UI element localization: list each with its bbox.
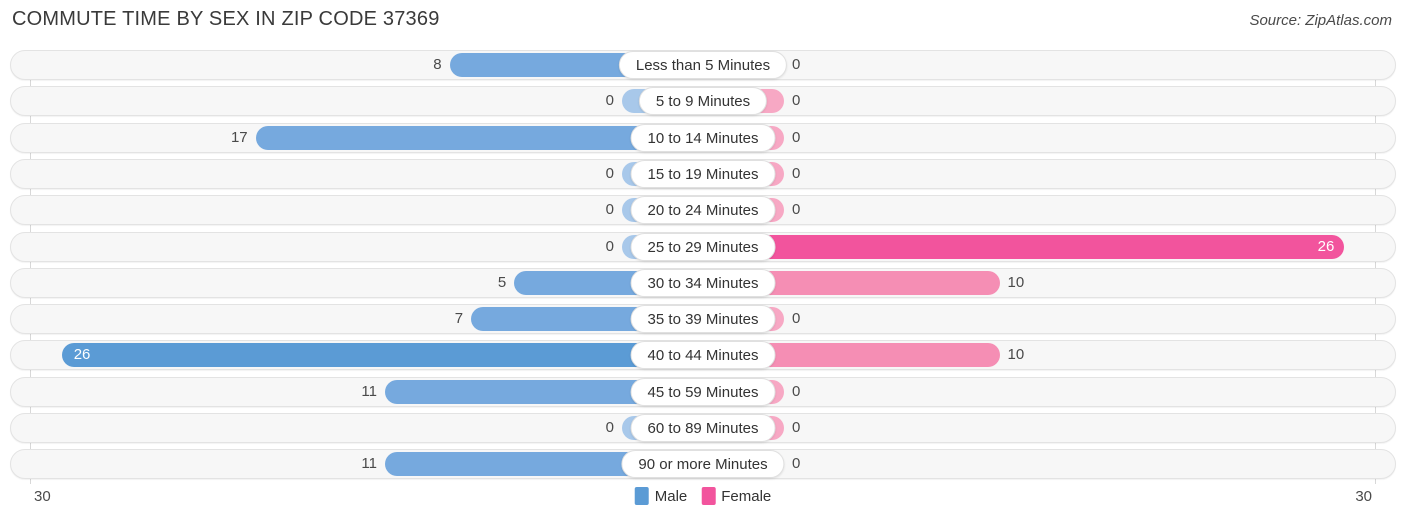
value-label-male: 8 <box>433 56 442 73</box>
chart-plot-area: 8 0 Less than 5 Minutes 0 0 5 to 9 Minutes 17 0… <box>0 50 1406 484</box>
table-row[interactable]: 0 0 15 to 19 Minutes <box>10 158 1396 189</box>
value-label-female: 0 <box>792 382 801 400</box>
category-label: 60 to 89 Minutes <box>630 414 776 442</box>
table-row[interactable]: 11 0 45 to 59 Minutes <box>10 376 1396 407</box>
value-label-male: 0 <box>605 201 614 219</box>
value-label-male: 17 <box>230 128 248 146</box>
value-label-female: 0 <box>792 310 801 328</box>
value-label-female: 0 <box>792 92 801 110</box>
bar-male[interactable] <box>61 343 703 368</box>
category-label: 10 to 14 Minutes <box>630 123 776 152</box>
table-row[interactable]: 8 0 Less than 5 Minutes <box>10 50 1396 80</box>
category-label: 30 to 34 Minutes <box>630 268 776 297</box>
source-attribution: Source: ZipAtlas.com <box>1249 12 1392 29</box>
value-label-female: 26 <box>1317 237 1335 255</box>
legend-label-female: Female <box>721 487 772 505</box>
value-label-male: 0 <box>605 237 614 255</box>
table-row[interactable]: 26 10 40 to 44 Minutes <box>10 340 1396 371</box>
bar-female[interactable] <box>703 234 1345 259</box>
value-label-female: 0 <box>792 455 801 473</box>
table-row[interactable]: 7 0 35 to 39 Minutes <box>10 304 1396 335</box>
axis-tick-left: 30 <box>34 488 51 505</box>
table-row[interactable]: 17 0 10 to 14 Minutes <box>10 122 1396 153</box>
value-label-male: 7 <box>454 310 464 328</box>
value-label-male: 0 <box>605 164 614 182</box>
table-row[interactable]: 0 26 25 to 29 Minutes <box>10 231 1396 262</box>
chart-legend: Male Female <box>634 487 771 505</box>
table-row[interactable]: 5 10 30 to 34 Minutes <box>10 267 1396 298</box>
value-label-female: 10 <box>1007 346 1025 364</box>
value-label-male: 0 <box>605 419 614 436</box>
value-label-male: 0 <box>605 92 614 110</box>
value-label-female: 0 <box>792 164 801 182</box>
value-label-female: 0 <box>792 201 801 219</box>
category-label: 20 to 24 Minutes <box>630 196 776 225</box>
table-row[interactable]: 11 0 90 or more Minutes <box>10 449 1396 480</box>
legend-swatch-female-icon <box>701 487 716 505</box>
value-label-male: 11 <box>361 455 377 473</box>
category-label: Less than 5 Minutes <box>618 51 788 79</box>
category-label: 40 to 44 Minutes <box>630 341 776 370</box>
category-label: 90 or more Minutes <box>621 450 785 479</box>
category-label: 25 to 29 Minutes <box>630 232 776 261</box>
category-label: 35 to 39 Minutes <box>630 305 776 334</box>
value-label-female: 10 <box>1007 273 1025 291</box>
value-label-male: 11 <box>361 382 377 400</box>
value-label-male: 5 <box>497 273 507 291</box>
legend-item-male[interactable]: Male <box>634 487 688 505</box>
category-label: 15 to 19 Minutes <box>630 159 776 188</box>
page-title: COMMUTE TIME BY SEX IN ZIP CODE 37369 <box>12 8 440 30</box>
value-label-female: 0 <box>792 419 801 436</box>
value-label-male: 26 <box>73 346 91 364</box>
category-label: 5 to 9 Minutes <box>638 87 768 116</box>
chart-axis-footer: 30 30 Male Female <box>0 484 1406 522</box>
legend-label-male: Male <box>654 487 688 505</box>
value-label-female: 0 <box>792 56 801 73</box>
table-row[interactable]: 0 0 20 to 24 Minutes <box>10 195 1396 226</box>
table-row[interactable]: 0 0 5 to 9 Minutes <box>10 86 1396 117</box>
category-label: 45 to 59 Minutes <box>630 377 776 406</box>
legend-item-female[interactable]: Female <box>701 487 771 505</box>
table-row[interactable]: 0 0 60 to 89 Minutes <box>10 413 1396 443</box>
axis-tick-right: 30 <box>1355 488 1372 505</box>
value-label-female: 0 <box>792 128 801 146</box>
legend-swatch-male-icon <box>634 487 649 505</box>
